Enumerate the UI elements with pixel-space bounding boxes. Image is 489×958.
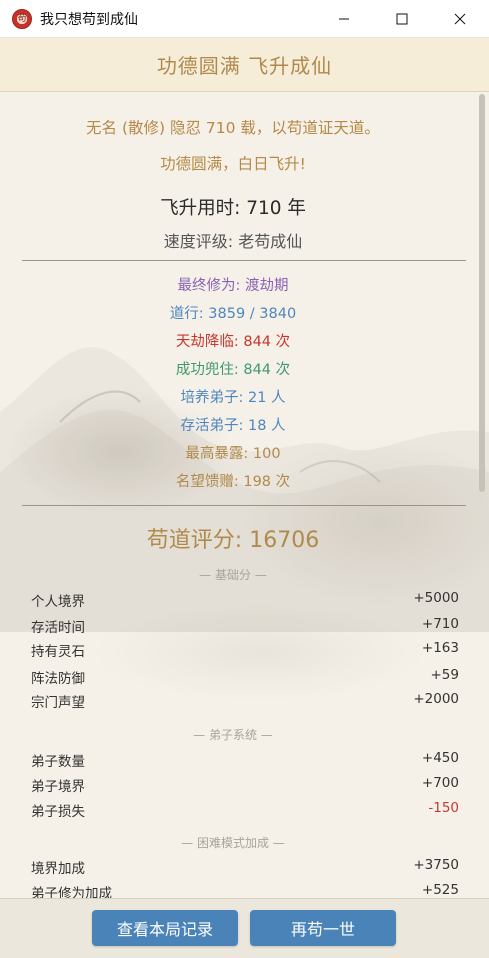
- app-logo-icon: 苟: [12, 8, 32, 29]
- replay-button[interactable]: 再苟一世: [250, 910, 396, 946]
- score-row: 宗门声望 +2000: [31, 691, 459, 711]
- score-row-value: +3750: [413, 857, 459, 873]
- score-row: 阵法防御 +59: [31, 667, 459, 687]
- maximize-button[interactable]: [373, 0, 431, 37]
- score-row: 弟子损失 -150: [31, 800, 459, 820]
- score-row: 境界加成 +3750: [31, 857, 459, 877]
- window-controls: [315, 0, 489, 37]
- score-row-value: -150: [428, 800, 459, 816]
- action-bar: 查看本局记录 再苟一世: [0, 898, 489, 958]
- window-title: 我只想苟到成仙: [40, 11, 138, 28]
- score-row: 弟子数量 +450: [31, 750, 459, 770]
- minimize-button[interactable]: [315, 0, 373, 37]
- score-row-label: 弟子境界: [31, 779, 85, 795]
- intro-line: 无名 (散修) 隐忍 710 载，以苟道证天道。: [86, 119, 380, 137]
- minimize-icon: [339, 18, 349, 19]
- section-base-score: — 基础分 —: [199, 568, 267, 582]
- score-row-value: +5000: [413, 590, 459, 606]
- score-row: 弟子修为加成 +525: [31, 882, 459, 898]
- score-row-label: 弟子损失: [31, 804, 85, 820]
- stat-tribulations: 天劫降临: 844 次: [175, 334, 291, 350]
- window-titlebar: 苟 我只想苟到成仙: [0, 0, 489, 38]
- section-hard-mode: — 困难模式加成 —: [181, 836, 285, 850]
- stat-disciples-trained: 培养弟子: 21 人: [180, 390, 286, 406]
- close-icon: [454, 13, 466, 24]
- divider-top: [22, 260, 466, 261]
- app-logo-char: 苟: [17, 13, 27, 24]
- score-row-value: +525: [421, 882, 459, 898]
- speed-rating: 速度评级: 老苟成仙: [163, 232, 303, 251]
- score-row-value: +2000: [413, 691, 459, 707]
- stat-final-realm: 最终修为: 渡劫期: [177, 278, 289, 294]
- section-disciple-system: — 弟子系统 —: [193, 728, 273, 742]
- stat-dao-progress: 道行: 3859 / 3840: [169, 306, 297, 322]
- score-row-label: 持有灵石: [31, 644, 85, 660]
- view-record-button[interactable]: 查看本局记录: [92, 910, 238, 946]
- score-row: 个人境界 +5000: [31, 590, 459, 610]
- score-row: 持有灵石 +163: [31, 640, 459, 660]
- total-score: 苟道评分: 16706: [146, 528, 320, 553]
- stat-fame-gifts: 名望馈赠: 198 次: [175, 474, 291, 490]
- scrollbar-thumb[interactable]: [479, 94, 485, 492]
- stat-survived: 成功兜住: 844 次: [175, 362, 291, 378]
- divider-middle: [22, 505, 466, 506]
- score-row-label: 阵法防御: [31, 671, 85, 687]
- score-row: 存活时间 +710: [31, 616, 459, 636]
- stat-disciples-alive: 存活弟子: 18 人: [180, 418, 286, 434]
- close-button[interactable]: [431, 0, 489, 37]
- score-row-label: 存活时间: [31, 620, 85, 636]
- score-row: 弟子境界 +700: [31, 775, 459, 795]
- score-row-label: 宗门声望: [31, 695, 85, 711]
- score-row-value: +700: [421, 775, 459, 791]
- result-scroll-area[interactable]: 无名 (散修) 隐忍 710 载，以苟道证天道。 功德圆满，白日飞升! 飞升用时…: [0, 92, 489, 898]
- score-row-value: +59: [430, 667, 460, 683]
- score-row-value: +450: [421, 750, 459, 766]
- score-row-label: 境界加成: [31, 861, 85, 877]
- score-row-label: 弟子修为加成: [31, 886, 112, 898]
- score-row-value: +710: [421, 616, 459, 632]
- scrollbar[interactable]: [479, 94, 485, 894]
- dialog-title: 功德圆满 飞升成仙: [0, 38, 489, 92]
- stat-max-exposure: 最高暴露: 100: [185, 446, 281, 462]
- score-row-label: 个人境界: [31, 594, 85, 610]
- maximize-icon: [396, 13, 408, 24]
- ascend-time: 飞升用时: 710 年: [160, 198, 306, 219]
- result-line: 功德圆满，白日飞升!: [160, 155, 306, 173]
- score-row-label: 弟子数量: [31, 754, 85, 770]
- score-row-value: +163: [421, 640, 459, 656]
